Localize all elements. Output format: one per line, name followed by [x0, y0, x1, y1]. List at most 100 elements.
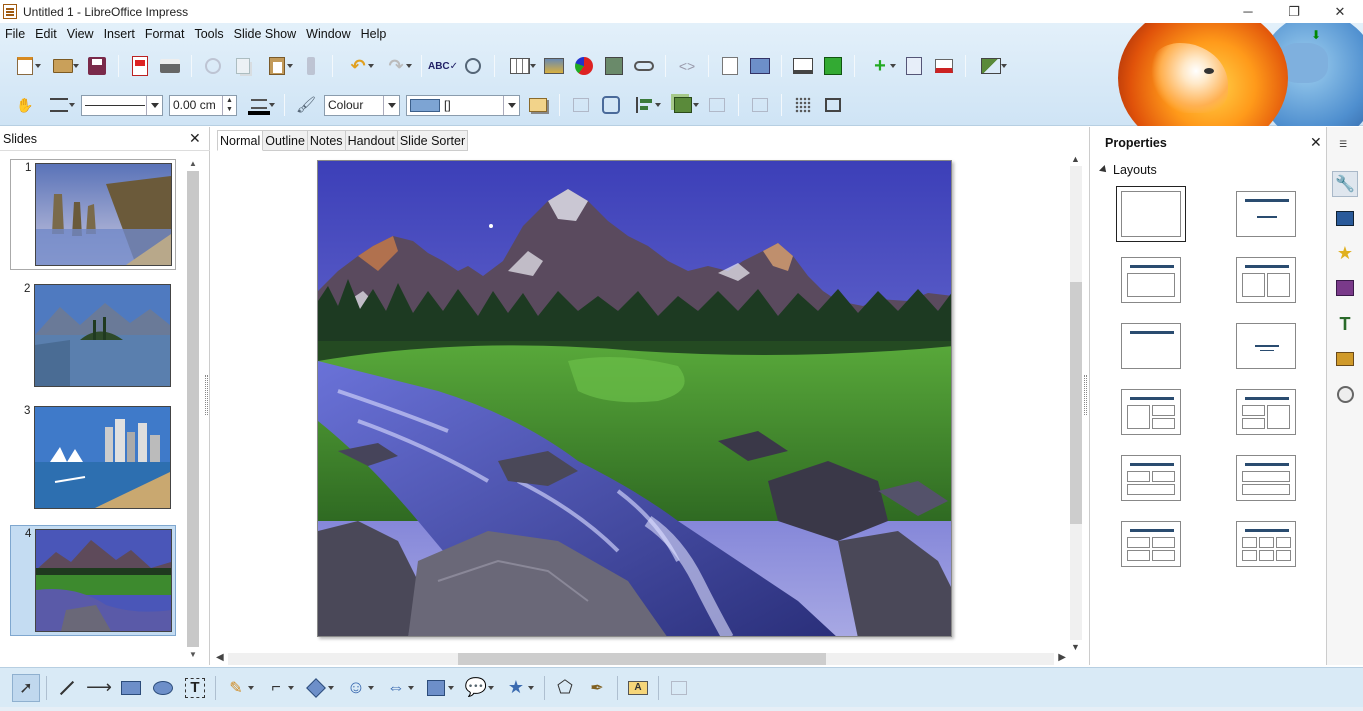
crop-button[interactable] [748, 93, 772, 117]
minimize-button[interactable]: ─ [1225, 0, 1271, 23]
slide-area-horizontal-scrollbar[interactable]: ◀ ▶ [214, 651, 1068, 667]
media-button[interactable] [602, 54, 626, 78]
slides-pane-close-icon[interactable]: ✕ [189, 130, 201, 147]
tab-outline[interactable]: Outline [263, 130, 308, 151]
insert-textbox-button[interactable] [748, 54, 772, 78]
basic-shapes-button[interactable] [302, 674, 334, 702]
rectangle-button[interactable] [117, 674, 145, 702]
tab-normal[interactable]: Normal [217, 130, 264, 151]
menu-file[interactable]: File [0, 23, 30, 45]
paste-button[interactable] [261, 54, 293, 78]
tab-handout[interactable]: Handout [345, 130, 398, 151]
menu-window[interactable]: Window [301, 23, 355, 45]
points-button-draw[interactable]: ⬠ [551, 674, 579, 702]
slide-thumbnail-4[interactable]: 4 [10, 525, 176, 636]
3d-objects-button[interactable] [665, 674, 693, 702]
connector-button[interactable]: ⌐ [262, 674, 294, 702]
grid-button[interactable] [791, 93, 815, 117]
helplines-button[interactable] [821, 93, 845, 117]
line-color-button[interactable] [243, 93, 275, 117]
line-width-field[interactable]: 0.00 cm ▲ ▼ [169, 94, 237, 116]
menu-slide-show[interactable]: Slide Show [229, 23, 302, 45]
menu-edit[interactable]: Edit [30, 23, 62, 45]
new-slide-button[interactable]: + [864, 54, 896, 78]
slide-edit-area[interactable] [214, 152, 1070, 652]
scroll-up-icon[interactable]: ▲ [1071, 154, 1080, 164]
shadow-button[interactable] [526, 93, 550, 117]
stars-button[interactable]: ★ [502, 674, 534, 702]
sidebar-properties-button[interactable]: 🔧 [1332, 171, 1358, 197]
line-arrow-button[interactable]: ⟶ [85, 674, 113, 702]
scroll-up-icon[interactable]: ▲ [189, 159, 197, 168]
fill-color-combo[interactable]: [] [406, 94, 520, 116]
menu-help[interactable]: Help [356, 23, 392, 45]
save-button[interactable] [85, 54, 109, 78]
menu-insert[interactable]: Insert [99, 23, 140, 45]
symbol-shapes-button[interactable]: ☺ [342, 674, 374, 702]
distribute-button[interactable] [705, 93, 729, 117]
find-replace-button[interactable] [461, 54, 485, 78]
sidebar-gallery-button[interactable] [1332, 346, 1358, 372]
block-arrows-button[interactable]: ⇔ [382, 674, 414, 702]
arrange-button[interactable] [667, 93, 699, 117]
slide-area-vscroll-thumb[interactable] [1070, 282, 1082, 524]
hyperlink-button[interactable]: <> [675, 54, 699, 78]
menu-view[interactable]: View [62, 23, 99, 45]
slide-layout-button[interactable] [975, 54, 1007, 78]
bezier-button[interactable]: ✒ [583, 674, 611, 702]
slides-pane-scroll-thumb[interactable] [187, 171, 199, 647]
spelling-button[interactable]: ABC✓ [428, 54, 458, 78]
layout-title-four-content[interactable] [1121, 455, 1181, 501]
line-button[interactable] [53, 674, 81, 702]
transformations-button[interactable] [599, 93, 623, 117]
new-button[interactable] [9, 54, 41, 78]
show-draw-functions-button[interactable] [718, 54, 742, 78]
layout-title-content[interactable] [1236, 191, 1296, 237]
sidebar-styles-button[interactable]: T [1332, 311, 1358, 337]
open-button[interactable] [47, 54, 79, 78]
slide-area-vertical-scrollbar[interactable]: ▲ ▼ [1068, 152, 1084, 652]
tab-notes[interactable]: Notes [307, 130, 346, 151]
layout-title-only-centered[interactable] [1121, 323, 1181, 369]
chevron-down-icon[interactable] [503, 95, 519, 115]
export-pdf-button[interactable] [128, 54, 152, 78]
area-button[interactable]: 🖌 [294, 93, 318, 117]
line-style-button[interactable] [43, 93, 75, 117]
copy-button[interactable] [231, 54, 255, 78]
chevron-down-icon[interactable] [383, 95, 399, 115]
flowchart-button[interactable] [422, 674, 454, 702]
sidebar-slide-transition-button[interactable] [1332, 275, 1358, 301]
chevron-down-icon[interactable] [146, 95, 162, 115]
layouts-section-header[interactable]: Layouts [1099, 163, 1157, 177]
align-button[interactable] [629, 93, 661, 117]
area-style-combo[interactable]: Colour [324, 94, 400, 116]
menu-format[interactable]: Format [140, 23, 190, 45]
scroll-down-icon[interactable]: ▼ [1071, 642, 1080, 652]
redo-button[interactable]: ↷ [380, 54, 412, 78]
scroll-left-icon[interactable]: ◀ [216, 652, 224, 663]
sidebar-animation-button[interactable]: ★ [1332, 240, 1358, 266]
clone-formatting-button[interactable] [299, 54, 323, 78]
scroll-down-icon[interactable]: ▼ [189, 650, 197, 659]
line-style-combo[interactable] [81, 94, 163, 116]
sidebar-navigator-button[interactable] [1332, 381, 1358, 407]
layout-title-only[interactable] [1121, 257, 1181, 303]
current-slide[interactable] [317, 160, 952, 637]
print-button[interactable] [158, 54, 182, 78]
callouts-button[interactable]: 💬 [462, 674, 494, 702]
slides-pane-scrollbar[interactable]: ▲ ▼ [186, 159, 200, 659]
image-button[interactable] [542, 54, 566, 78]
sidebar-splitter[interactable] [1084, 375, 1087, 415]
chart-button[interactable] [572, 54, 596, 78]
layout-title-two-content-split[interactable] [1236, 389, 1296, 435]
select-object-button[interactable]: ✋ [13, 93, 37, 117]
mountain-stream-image[interactable] [318, 161, 952, 637]
scroll-right-icon[interactable]: ▶ [1058, 652, 1066, 663]
line-color-pencil-button[interactable]: ✎ [222, 674, 254, 702]
fontwork-button[interactable] [632, 54, 656, 78]
layout-blank[interactable] [1116, 186, 1186, 242]
slide-thumbnail-1[interactable]: 1 [10, 159, 176, 270]
layout-title-content-two[interactable] [1121, 389, 1181, 435]
start-from-current-button[interactable] [821, 54, 845, 78]
properties-close-icon[interactable]: ✕ [1310, 134, 1322, 151]
